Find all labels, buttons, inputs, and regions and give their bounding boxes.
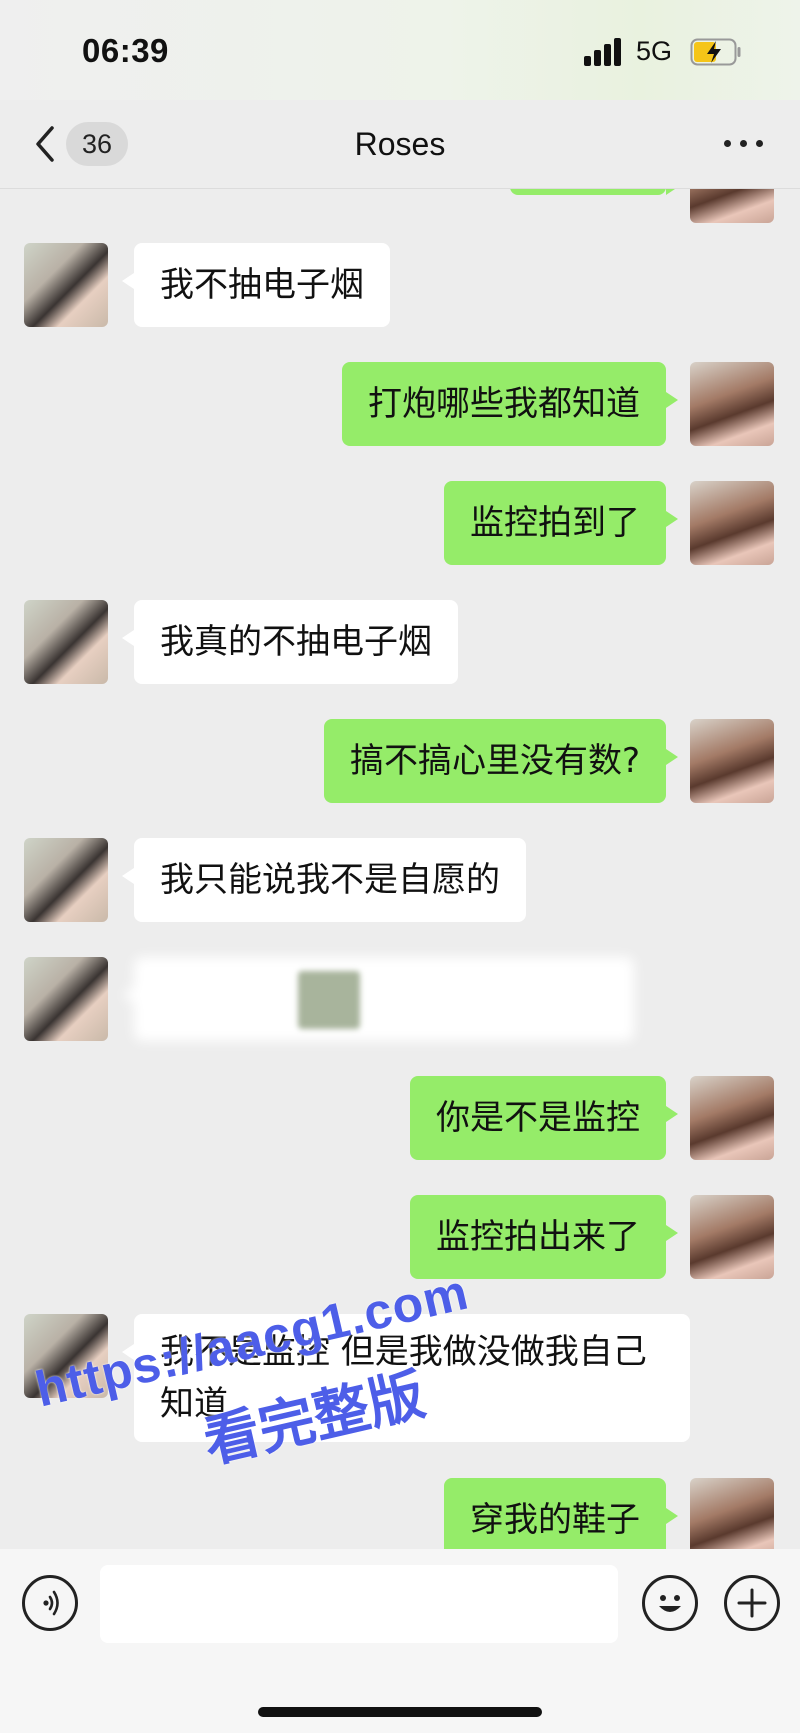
message-bubble[interactable]: 我不抽电子烟 bbox=[122, 243, 390, 327]
chat-title: Roses bbox=[354, 126, 446, 162]
voice-icon[interactable] bbox=[22, 1575, 78, 1631]
signal-icon bbox=[584, 38, 626, 66]
my-avatar[interactable] bbox=[690, 1195, 774, 1279]
message-bubble[interactable]: 我只能说我不是自愿的 bbox=[122, 838, 526, 922]
message-bubble[interactable]: 搞不搞心里没有数? bbox=[323, 719, 679, 803]
message-bubble[interactable]: 监控拍到了 bbox=[444, 481, 678, 565]
message-bubble[interactable]: 穿我的鞋子 bbox=[444, 1478, 678, 1549]
blurred-message-bubble[interactable] bbox=[122, 957, 634, 1041]
my-avatar[interactable] bbox=[690, 481, 774, 565]
message-bubble[interactable]: 我真的不抽电子烟 bbox=[122, 600, 458, 684]
my-avatar[interactable] bbox=[690, 719, 774, 803]
message-bubble[interactable]: 你是不是监控 bbox=[410, 1076, 678, 1160]
contact-avatar[interactable] bbox=[24, 243, 108, 327]
input-bar bbox=[0, 1549, 800, 1733]
battery-charging-icon bbox=[690, 38, 741, 66]
contact-avatar[interactable] bbox=[24, 838, 108, 922]
status-time: 06:39 bbox=[82, 32, 169, 69]
contact-avatar[interactable] bbox=[24, 957, 108, 1041]
my-avatar[interactable] bbox=[690, 1076, 774, 1160]
blur-image-fragment bbox=[298, 971, 360, 1029]
message-input[interactable] bbox=[100, 1565, 618, 1643]
status-bar: 06:39 5G bbox=[0, 0, 800, 100]
network-type: 5G bbox=[636, 36, 673, 66]
message-bubble-cut bbox=[510, 189, 678, 195]
plus-icon[interactable] bbox=[724, 1575, 780, 1631]
my-avatar[interactable] bbox=[690, 362, 774, 446]
my-avatar[interactable] bbox=[690, 1478, 774, 1549]
message-bubble[interactable]: 打炮哪些我都知道 bbox=[342, 362, 678, 446]
more-dots-icon[interactable] bbox=[722, 128, 766, 158]
my-avatar[interactable] bbox=[690, 189, 774, 223]
home-indicator[interactable] bbox=[258, 1707, 542, 1717]
contact-avatar[interactable] bbox=[24, 600, 108, 684]
emoji-icon[interactable] bbox=[642, 1575, 698, 1631]
